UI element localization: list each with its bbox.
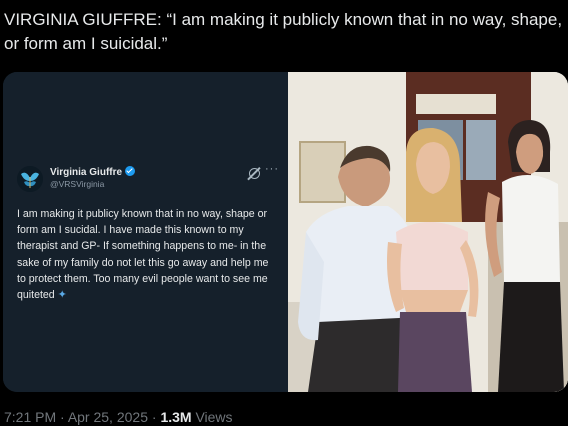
post-date[interactable]: Apr 25, 2025 — [68, 409, 148, 425]
more-icon: ··· — [265, 163, 279, 175]
photo — [288, 72, 568, 392]
embed-handle: @VRSVirginia — [50, 179, 105, 189]
meta-separator: · — [147, 409, 161, 425]
media-container[interactable]: Virginia Giuffre @VRSVirginia ··· I am m… — [3, 72, 568, 392]
avatar — [17, 166, 43, 192]
butterfly-icon: ✦ — [57, 289, 67, 302]
verified-icon — [125, 166, 136, 176]
grok-icon — [249, 168, 260, 179]
embedded-post-screenshot: Virginia Giuffre @VRSVirginia ··· I am m… — [3, 72, 287, 392]
meta-separator: · — [56, 409, 68, 425]
embed-header: Virginia Giuffre @VRSVirginia ··· — [17, 163, 279, 196]
post-time[interactable]: 7:21 PM — [4, 409, 56, 425]
post-text: VIRGINIA GIUFFRE: “I am making it public… — [4, 10, 563, 53]
views-count[interactable]: 1.3M — [160, 409, 191, 425]
embed-author-name: Virginia Giuffre — [50, 166, 136, 178]
views-label: Views — [191, 409, 233, 425]
embed-body-text: I am making it publicy known that in no … — [17, 208, 269, 302]
post-meta: 7:21 PM · Apr 25, 2025 · 1.3M Views — [4, 409, 233, 425]
embed-body: I am making it publicy known that in no … — [17, 206, 279, 303]
embed-author-name-text: Virginia Giuffre — [50, 167, 123, 178]
photo-illustration — [288, 72, 568, 392]
